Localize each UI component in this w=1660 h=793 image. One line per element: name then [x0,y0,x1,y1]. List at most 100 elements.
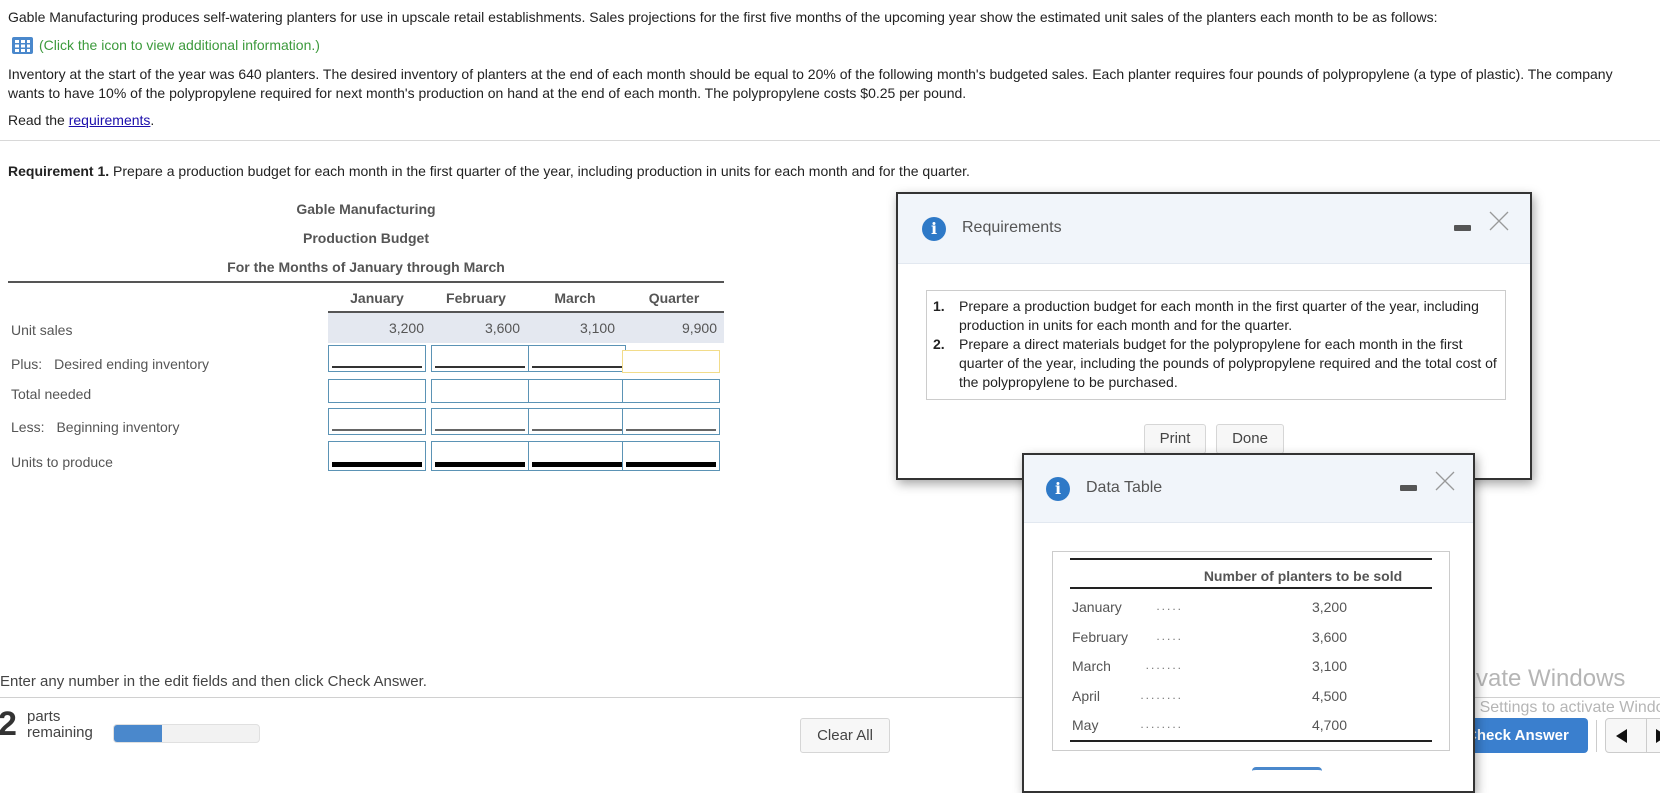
row-prefix-plus: Plus: [11,356,43,372]
button-separator [1596,720,1597,752]
row-label-beginning-inventory: Less: Beginning inventory [11,419,179,435]
single-underline [435,366,525,368]
read-prefix: Read the [8,112,69,128]
double-underline [332,462,422,467]
double-underline [435,462,525,467]
table-row: March....... 3,100 [1072,658,1432,680]
data-table-dialog: i Data Table Number of planters to be so… [1022,453,1475,793]
input-ending-inventory-january[interactable] [328,345,426,372]
check-answer-button[interactable]: Check Answer [1460,718,1588,753]
budget-title: Production Budget [303,230,429,246]
input-beginning-inventory-march[interactable] [528,408,626,435]
input-units-to-produce-march[interactable] [528,441,626,471]
input-total-needed-march[interactable] [528,379,626,403]
requirement-number: 1. [933,298,945,314]
unit-sales-january: 3,200 [388,320,424,336]
input-units-to-produce-february[interactable] [431,441,529,471]
nav-divider [1646,719,1647,752]
progress-bar-fill [114,725,162,742]
input-ending-inventory-march[interactable] [528,345,626,372]
unit-sales-february: 3,600 [484,320,520,336]
input-beginning-inventory-january[interactable] [328,408,426,435]
progress-bar [113,724,260,743]
table-header-rule [1070,587,1432,589]
input-units-to-produce-quarter[interactable] [622,441,720,471]
print-button[interactable]: Print [1144,424,1206,454]
budget-rule [8,281,724,283]
clear-all-button[interactable]: Clear All [800,718,890,753]
planters-value: 4,500 [1311,688,1347,704]
requirements-list: 1. Prepare a production budget for each m… [926,290,1506,400]
single-underline [435,429,525,431]
data-table-dialog-header: i Data Table [1024,455,1473,523]
previous-arrow-icon[interactable] [1616,729,1627,743]
question-nav [1605,718,1660,753]
planters-value: 4,700 [1311,717,1347,733]
read-suffix: . [150,112,155,128]
data-table-icon[interactable] [12,37,33,54]
row-label-text: Desired ending inventory [54,356,209,372]
table-bottom-rule [1070,740,1432,742]
close-icon[interactable] [1488,210,1510,232]
single-underline [532,429,622,431]
input-ending-inventory-quarter[interactable] [622,350,720,373]
budget-period: For the Months of January through March [227,259,505,275]
row-label-total-needed: Total needed [11,386,92,402]
additional-info-link[interactable]: (Click the icon to view additional infor… [8,36,1648,55]
info-icon: i [922,217,946,241]
row-prefix-less: Less: [11,419,45,435]
close-icon[interactable] [1434,470,1456,492]
input-total-needed-february[interactable] [431,379,529,403]
input-beginning-inventory-quarter[interactable] [622,408,720,435]
read-requirements-line: Read the requirements. [8,111,1648,130]
problem-intro: Gable Manufacturing produces self-wateri… [8,8,1648,130]
table-row: April........ 4,500 [1072,688,1432,710]
additional-info-text[interactable]: (Click the icon to view additional infor… [39,36,320,55]
info-icon: i [1046,477,1070,501]
unit-sales-march: 3,100 [579,320,615,336]
leader-dots: ........ [1140,688,1183,702]
single-underline [532,366,622,368]
minimize-icon[interactable] [1454,225,1471,231]
column-header-march: March [554,290,596,306]
column-header-january: January [350,290,404,306]
table-row: February..... 3,600 [1072,629,1432,651]
single-underline [332,429,422,431]
done-button-partial[interactable] [1252,767,1322,775]
input-units-to-produce-january[interactable] [328,441,426,471]
requirements-link[interactable]: requirements [69,112,151,128]
parts-remaining-count: 2 [0,705,17,743]
row-label-text: Beginning inventory [56,419,180,435]
table-row: January..... 3,200 [1072,599,1432,621]
table-row: May........ 4,700 [1072,717,1432,739]
problem-paragraph-2: Inventory at the start of the year was 6… [8,66,1613,101]
planters-data-table: Number of planters to be sold January...… [1052,551,1450,751]
planters-value: 3,100 [1311,658,1347,674]
requirements-dialog-title: Requirements [962,219,1062,236]
input-total-needed-quarter[interactable] [622,379,720,403]
data-table-dialog-title: Data Table [1086,479,1163,496]
parts-remaining-label: parts remaining [27,709,93,741]
instruction-text: Enter any number in the edit fields and … [0,673,427,690]
minimize-icon[interactable] [1400,485,1417,491]
requirement-item: 2. Prepare a direct materials budget for … [933,335,1497,392]
row-label-units-to-produce: Units to produce [11,454,113,470]
row-label-unit-sales: Unit sales [11,322,73,338]
table-top-rule [1070,558,1432,560]
column-header-quarter: Quarter [648,290,700,306]
parts-label-line1: parts [27,708,61,725]
leader-dots: ....... [1145,658,1183,672]
input-ending-inventory-february[interactable] [431,345,529,372]
double-underline [626,462,716,467]
single-underline [332,366,422,368]
parts-label-line2: remaining [27,724,93,741]
next-arrow-icon[interactable] [1656,729,1660,743]
leader-dots: ........ [1140,717,1183,731]
input-total-needed-january[interactable] [328,379,426,403]
divider [0,140,1660,141]
done-button[interactable]: Done [1216,424,1284,454]
input-beginning-inventory-february[interactable] [431,408,529,435]
leader-dots: ..... [1156,629,1183,643]
requirement-number: 2. [933,336,945,352]
single-underline [626,429,716,431]
